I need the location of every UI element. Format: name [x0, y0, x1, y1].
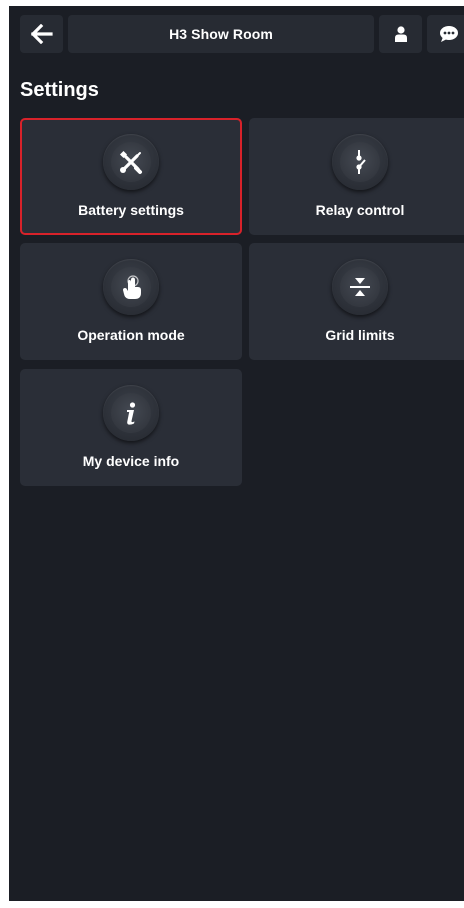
- arrow-left-icon: [30, 24, 53, 44]
- tile-label: Grid limits: [325, 327, 395, 343]
- user-button[interactable]: [379, 15, 422, 53]
- wrench-screwdriver-icon: [119, 150, 142, 174]
- tile-operation-mode[interactable]: Operation mode: [20, 243, 242, 360]
- tile-icon-circle: [103, 134, 159, 190]
- tile-label: Battery settings: [78, 202, 184, 218]
- tile-icon-circle: [332, 134, 388, 190]
- grid-limits-icon: [350, 278, 370, 296]
- page-title: Settings: [20, 79, 99, 101]
- header-title: H3 Show Room: [169, 26, 273, 42]
- top-bar: H3 Show Room: [9, 6, 464, 62]
- app-screen: H3 Show Room Settings Battery settings R…: [9, 6, 464, 901]
- tile-battery-settings[interactable]: Battery settings: [20, 118, 242, 235]
- tile-label: Operation mode: [77, 327, 185, 343]
- tile-grid-limits[interactable]: Grid limits: [249, 243, 464, 360]
- tile-my-device-info[interactable]: My device info: [20, 369, 242, 486]
- user-icon: [394, 26, 407, 42]
- chat-button[interactable]: [427, 15, 464, 53]
- tile-icon-circle: [332, 259, 388, 315]
- tile-icon-circle: [103, 259, 159, 315]
- header-title-button[interactable]: H3 Show Room: [68, 15, 374, 53]
- chat-bubble-icon: [439, 26, 458, 42]
- tile-label: Relay control: [315, 202, 405, 218]
- tile-label: My device info: [82, 453, 180, 469]
- relay-switch-icon: [356, 150, 366, 174]
- tile-icon-circle: [103, 385, 159, 441]
- back-button[interactable]: [20, 15, 63, 53]
- info-icon: [127, 402, 136, 425]
- tile-relay-control[interactable]: Relay control: [249, 118, 464, 235]
- hand-touch-icon: [123, 275, 141, 299]
